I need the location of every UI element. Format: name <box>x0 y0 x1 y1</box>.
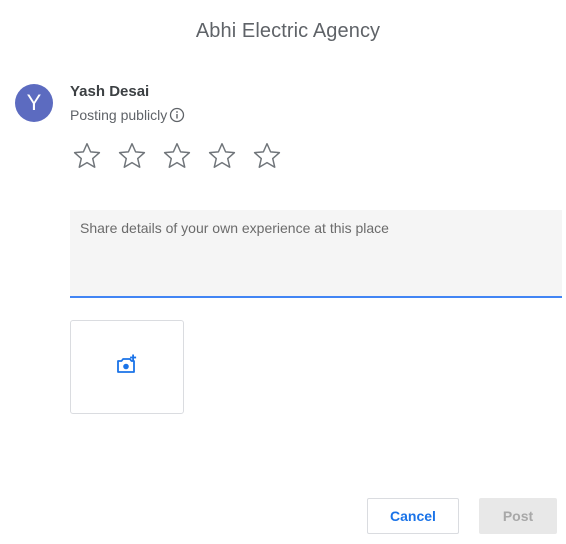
posting-label: Posting publicly <box>70 107 168 123</box>
star-4-icon[interactable] <box>206 140 238 172</box>
star-5-icon[interactable] <box>251 140 283 172</box>
star-rating <box>71 140 296 172</box>
add-photo-button[interactable] <box>70 320 184 414</box>
user-name: Yash Desai <box>70 83 150 100</box>
add-photo-icon <box>115 353 139 382</box>
dialog-title: Abhi Electric Agency <box>195 20 381 42</box>
star-3-icon[interactable] <box>161 140 193 172</box>
review-input[interactable] <box>70 210 562 296</box>
post-button[interactable]: Post <box>479 498 557 534</box>
star-1-icon[interactable] <box>71 140 103 172</box>
star-2-icon[interactable] <box>116 140 148 172</box>
avatar: Y <box>15 84 53 122</box>
posting-visibility: Posting publicly <box>70 107 185 123</box>
review-text-field <box>70 210 562 298</box>
cancel-button[interactable]: Cancel <box>367 498 459 534</box>
info-icon[interactable] <box>169 107 185 123</box>
